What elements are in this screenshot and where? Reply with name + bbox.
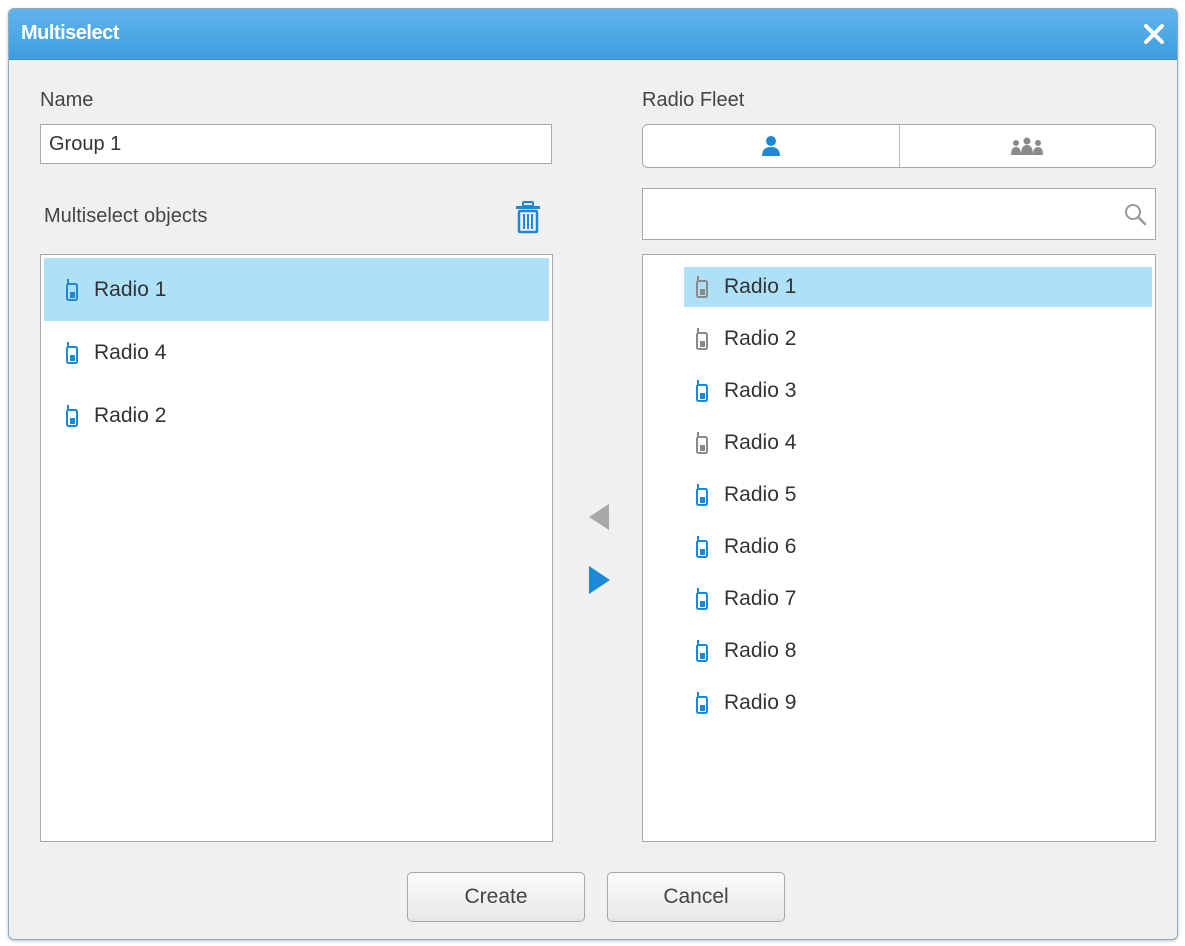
multiselect-objects-list[interactable]: Radio 1 Radio 4 Radio 2	[40, 254, 553, 842]
radio-icon	[696, 380, 708, 402]
list-item[interactable]: Radio 2	[684, 319, 1152, 359]
close-icon[interactable]	[1139, 19, 1169, 49]
list-item[interactable]: Radio 1	[44, 258, 549, 321]
multiselect-objects-label: Multiselect objects	[44, 205, 208, 227]
radio-icon	[696, 276, 708, 298]
list-item-label: Radio 2	[94, 403, 167, 427]
create-button[interactable]: Create	[407, 872, 585, 922]
fleet-view-toggle	[642, 124, 1156, 168]
radio-icon	[696, 484, 708, 506]
list-item[interactable]: Radio 1	[684, 267, 1152, 307]
radio-icon	[696, 692, 708, 714]
radio-fleet-label: Radio Fleet	[642, 89, 745, 111]
list-item[interactable]: Radio 7	[684, 579, 1152, 619]
name-label: Name	[40, 89, 94, 111]
search-input[interactable]	[643, 189, 1113, 239]
radio-icon	[66, 404, 78, 427]
list-item-label: Radio 4	[94, 340, 167, 364]
multiselect-dialog: Multiselect Name Multiselect objects Rad…	[8, 8, 1178, 940]
search-icon[interactable]	[1123, 202, 1147, 226]
list-item-label: Radio 4	[724, 431, 797, 454]
list-item[interactable]: Radio 8	[684, 631, 1152, 671]
name-input[interactable]	[40, 124, 552, 164]
add-arrow-icon[interactable]	[587, 565, 611, 595]
list-item-label: Radio 1	[94, 277, 167, 301]
radio-icon	[696, 536, 708, 558]
tab-radios[interactable]	[643, 125, 899, 167]
list-item-label: Radio 1	[724, 275, 797, 298]
radio-icon	[696, 640, 708, 662]
list-item[interactable]: Radio 5	[684, 475, 1152, 515]
list-item-label: Radio 6	[724, 535, 797, 558]
cancel-button[interactable]: Cancel	[607, 872, 785, 922]
radio-icon	[66, 341, 78, 364]
list-item-label: Radio 8	[724, 639, 797, 662]
trash-icon[interactable]	[514, 200, 542, 234]
fleet-search	[642, 188, 1156, 240]
remove-arrow-icon[interactable]	[587, 503, 611, 531]
group-icon	[1011, 137, 1044, 155]
list-item[interactable]: Radio 9	[684, 683, 1152, 723]
list-item[interactable]: Radio 4	[44, 321, 549, 384]
radio-icon	[696, 588, 708, 610]
radio-fleet-list[interactable]: Radio 1 Radio 2 Radio 3 Radio 4 Radio 5 Radio…	[642, 254, 1156, 842]
list-item[interactable]: Radio 4	[684, 423, 1152, 463]
radio-icon	[696, 432, 708, 454]
radio-icon	[66, 278, 78, 301]
list-item-label: Radio 9	[724, 691, 797, 714]
list-item-label: Radio 5	[724, 483, 797, 506]
list-item[interactable]: Radio 2	[44, 384, 549, 447]
list-item[interactable]: Radio 6	[684, 527, 1152, 567]
list-item-label: Radio 7	[724, 587, 797, 610]
dialog-title: Multiselect	[21, 22, 119, 44]
list-item[interactable]: Radio 3	[684, 371, 1152, 411]
list-item-label: Radio 3	[724, 379, 797, 402]
tab-groups[interactable]	[898, 125, 1156, 167]
radio-icon	[696, 328, 708, 350]
title-bar: Multiselect	[9, 9, 1177, 60]
list-item-label: Radio 2	[724, 327, 797, 350]
person-icon	[761, 136, 780, 156]
